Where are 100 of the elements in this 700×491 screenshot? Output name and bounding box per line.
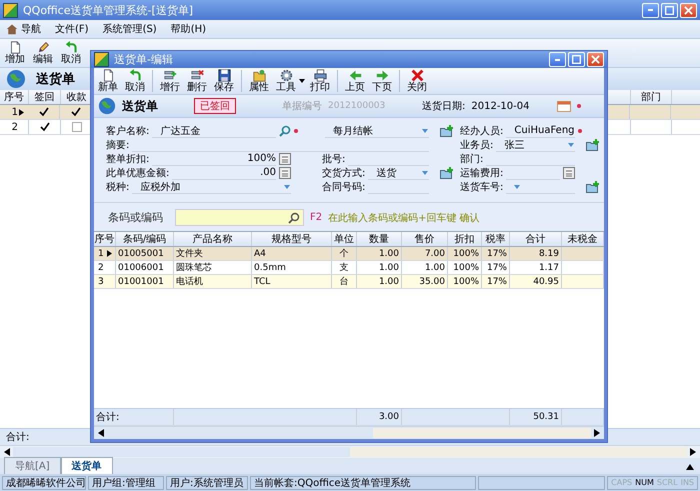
key-indicator: CAPS: [611, 478, 632, 487]
left-arrow-icon: [348, 69, 362, 82]
field-label: 交货方式:: [322, 166, 366, 180]
globe-icon: [6, 69, 26, 89]
menu-item[interactable]: 导航: [6, 22, 41, 36]
calculator-icon[interactable]: [279, 153, 291, 165]
minimize-button[interactable]: [549, 52, 566, 67]
check-icon[interactable]: [38, 107, 48, 117]
check-icon[interactable]: [70, 107, 80, 117]
table-cell: 17%: [482, 247, 510, 260]
table-cell: 01001001: [116, 275, 174, 288]
scroll-up-icon[interactable]: [686, 464, 694, 470]
table-row[interactable]: 1 01005001 文件夹 A4 个 1.00 7.00 100% 17% 8.19: [94, 247, 604, 261]
toolbar-button[interactable]: 保存: [212, 69, 236, 93]
toolbar-button[interactable]: 增行: [158, 69, 182, 93]
dropdown-field[interactable]: 张三: [496, 138, 575, 152]
menu-item[interactable]: 帮助(H): [170, 22, 206, 36]
table-row[interactable]: 3 01001001 电话机 TCL 台 1.00 35.00 100% 17% 40.95: [94, 275, 604, 289]
search-icon[interactable]: [279, 125, 291, 137]
toolbar-button[interactable]: 取消: [123, 69, 147, 93]
field-label: 送货车号:: [460, 180, 504, 194]
calculator-icon[interactable]: [279, 167, 291, 179]
toolbar-button[interactable]: 删行: [185, 69, 209, 93]
checkbox[interactable]: [72, 122, 82, 132]
toolbar-button[interactable]: 增加: [3, 41, 27, 65]
toolbar-button[interactable]: 工具: [274, 69, 298, 93]
maximize-button[interactable]: [661, 2, 678, 18]
undo-icon: [64, 41, 78, 54]
save-icon: [218, 69, 230, 82]
minimize-button[interactable]: [642, 2, 659, 18]
scroll-right-icon[interactable]: [594, 429, 600, 437]
toolbar-button[interactable]: 属性: [247, 69, 271, 93]
add-folder-icon[interactable]: [440, 167, 454, 179]
toolbar-button[interactable]: 下页: [370, 69, 394, 93]
table-cell: 100%: [448, 247, 482, 260]
caret-icon: [422, 128, 428, 132]
barcode-field[interactable]: [175, 209, 304, 226]
row-number: 2: [10, 120, 18, 134]
close-button[interactable]: [587, 52, 604, 67]
input-field[interactable]: 100%: [152, 152, 276, 166]
add-folder-icon[interactable]: [586, 181, 600, 193]
total-label: 合计:: [94, 409, 174, 425]
delete-row-icon: [190, 69, 204, 82]
dropdown-field[interactable]: 送货: [368, 166, 429, 180]
caret-icon: [568, 142, 574, 146]
minimize-icon: [555, 58, 560, 60]
tab[interactable]: 导航[A]: [4, 457, 61, 474]
scroll-left-icon[interactable]: [98, 429, 104, 437]
column-header: 税率: [482, 232, 510, 246]
menu-item[interactable]: 系统管理(S): [102, 22, 157, 36]
table-cell: TCL: [252, 275, 332, 288]
horizontal-scrollbar[interactable]: [0, 445, 700, 458]
status-text: 当前帐套:QQoffice送货单管理系统: [250, 476, 476, 490]
close-icon: [591, 55, 600, 64]
key-indicator: SCRL: [656, 478, 678, 487]
status-text: 用户组:管理组: [88, 476, 164, 490]
field-label: 整单折扣:: [106, 152, 150, 166]
dialog-title: 送货单-编辑: [114, 52, 173, 67]
row-pointer-icon: [107, 250, 112, 257]
input-field[interactable]: .00: [172, 166, 276, 180]
table-cell: 3: [94, 275, 116, 288]
toolbar-button[interactable]: 关闭: [405, 69, 429, 93]
dropdown-field[interactable]: 应税外加: [132, 180, 291, 194]
calculator-icon[interactable]: [562, 167, 575, 179]
scroll-right-icon[interactable]: [690, 448, 696, 456]
status-stamp: 已签回: [194, 98, 236, 114]
toolbar-button[interactable]: 编辑: [31, 41, 55, 65]
document-number: 2012100003: [328, 101, 386, 111]
dropdown-field[interactable]: 每月结帐: [325, 124, 429, 138]
field-label: 摘要:: [106, 138, 130, 152]
folder-icon: [252, 69, 266, 82]
field-label: 税种:: [106, 180, 130, 194]
date-field[interactable]: 2012-10-04: [471, 100, 552, 112]
toolbar-button[interactable]: 新单: [96, 69, 120, 93]
calendar-icon[interactable]: [557, 100, 572, 112]
menu-item[interactable]: 文件(F): [55, 22, 89, 36]
field-label: 条码或编码: [108, 210, 163, 225]
column-header: 折扣: [448, 232, 482, 246]
search-icon[interactable]: [288, 212, 300, 224]
toolbar-button[interactable]: 上页: [343, 69, 367, 93]
add-folder-icon[interactable]: [440, 125, 454, 137]
input-field[interactable]: CuiHuaFeng: [506, 124, 575, 138]
scroll-left-icon[interactable]: [4, 448, 10, 456]
close-button[interactable]: [680, 2, 697, 18]
check-icon[interactable]: [40, 122, 50, 132]
caret-icon[interactable]: [299, 79, 305, 83]
table-cell: 7.00: [402, 247, 448, 260]
toolbar-button[interactable]: 取消: [59, 41, 83, 65]
input-field[interactable]: 广达五金: [152, 124, 276, 138]
maximize-button[interactable]: [568, 52, 585, 67]
status-text: 成都晞晞软件公司: [2, 476, 86, 490]
toolbar-button[interactable]: 打印: [308, 69, 332, 93]
home-icon: [6, 23, 18, 35]
pencil-icon: [36, 41, 50, 54]
minimize-icon: [648, 9, 653, 11]
row-number: 1: [10, 106, 18, 119]
undo-icon: [128, 69, 142, 82]
horizontal-scrollbar[interactable]: [94, 426, 604, 439]
tab[interactable]: 送货单: [60, 457, 113, 474]
add-folder-icon[interactable]: [586, 139, 600, 151]
